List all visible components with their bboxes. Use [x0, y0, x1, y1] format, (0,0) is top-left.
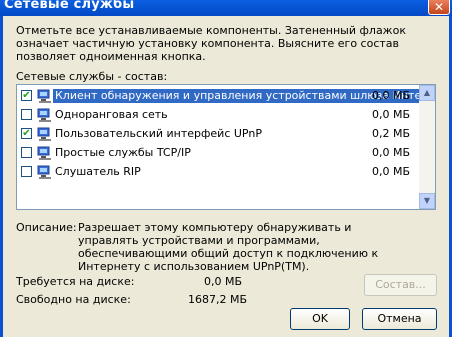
list-scrollbar[interactable]: ▲ ▼ — [419, 85, 435, 209]
cancel-button[interactable]: Отмена — [362, 308, 437, 330]
window-frame-left — [0, 16, 3, 337]
list-item[interactable]: Слушатель RIP 0,0 МБ — [17, 163, 421, 182]
component-checkbox[interactable]: ✔ — [21, 128, 32, 139]
network-service-icon — [37, 108, 51, 122]
required-space-value: 0,0 МБ — [204, 275, 243, 288]
instructions-text: Отметьте все устанавливаемые компоненты.… — [16, 24, 406, 63]
components-list[interactable]: ✔ Клиент обнаружения и управления устрой… — [16, 84, 436, 210]
components-label: Сетевые службы - состав: — [16, 70, 168, 83]
list-item[interactable]: Одноранговая сеть 0,0 МБ — [17, 106, 421, 125]
window-title: Сетевые службы — [4, 0, 135, 12]
details-button[interactable]: Состав... — [364, 274, 437, 296]
component-name: Слушатель RIP — [55, 165, 141, 178]
component-size: 0,0 МБ — [372, 89, 411, 102]
component-checkbox[interactable] — [21, 147, 32, 158]
component-name: Одноранговая сеть — [55, 108, 168, 121]
free-space-label: Свободно на диске: — [16, 293, 131, 306]
title-bar[interactable]: Сетевые службы ✕ — [0, 0, 452, 16]
scroll-down-button[interactable]: ▼ — [419, 193, 435, 209]
component-checkbox[interactable]: ✔ — [21, 90, 32, 101]
component-size: 0,0 МБ — [372, 165, 411, 178]
ok-button[interactable]: OK — [290, 308, 350, 330]
network-service-icon — [37, 127, 51, 141]
component-size: 0,0 МБ — [372, 108, 411, 121]
required-space-label: Требуется на диске: — [16, 275, 135, 288]
component-name: Пользовательский интерфейс UPnP — [55, 127, 262, 140]
component-size: 0,2 МБ — [372, 127, 411, 140]
free-space-value: 1687,2 МБ — [188, 293, 248, 306]
component-checkbox[interactable] — [21, 109, 32, 120]
component-name: Простые службы TCP/IP — [55, 146, 191, 159]
chevron-up-icon: ▲ — [423, 88, 431, 97]
close-button[interactable]: ✕ — [428, 0, 450, 15]
scroll-up-button[interactable]: ▲ — [419, 85, 435, 101]
chevron-down-icon: ▼ — [423, 196, 431, 205]
network-service-icon — [37, 146, 51, 160]
component-size: 0,0 МБ — [372, 146, 411, 159]
list-item[interactable]: Простые службы TCP/IP 0,0 МБ — [17, 144, 421, 163]
list-item[interactable]: ✔ Пользовательский интерфейс UPnP 0,2 МБ — [17, 125, 421, 144]
description-text: Разрешает этому компьютеру обнаруживать … — [78, 221, 379, 273]
network-service-icon — [37, 89, 51, 103]
list-item[interactable]: ✔ Клиент обнаружения и управления устрой… — [17, 87, 435, 106]
component-checkbox[interactable] — [21, 166, 32, 177]
description-label: Описание: — [16, 221, 77, 234]
network-service-icon — [37, 165, 51, 179]
close-icon: ✕ — [433, 0, 445, 14]
